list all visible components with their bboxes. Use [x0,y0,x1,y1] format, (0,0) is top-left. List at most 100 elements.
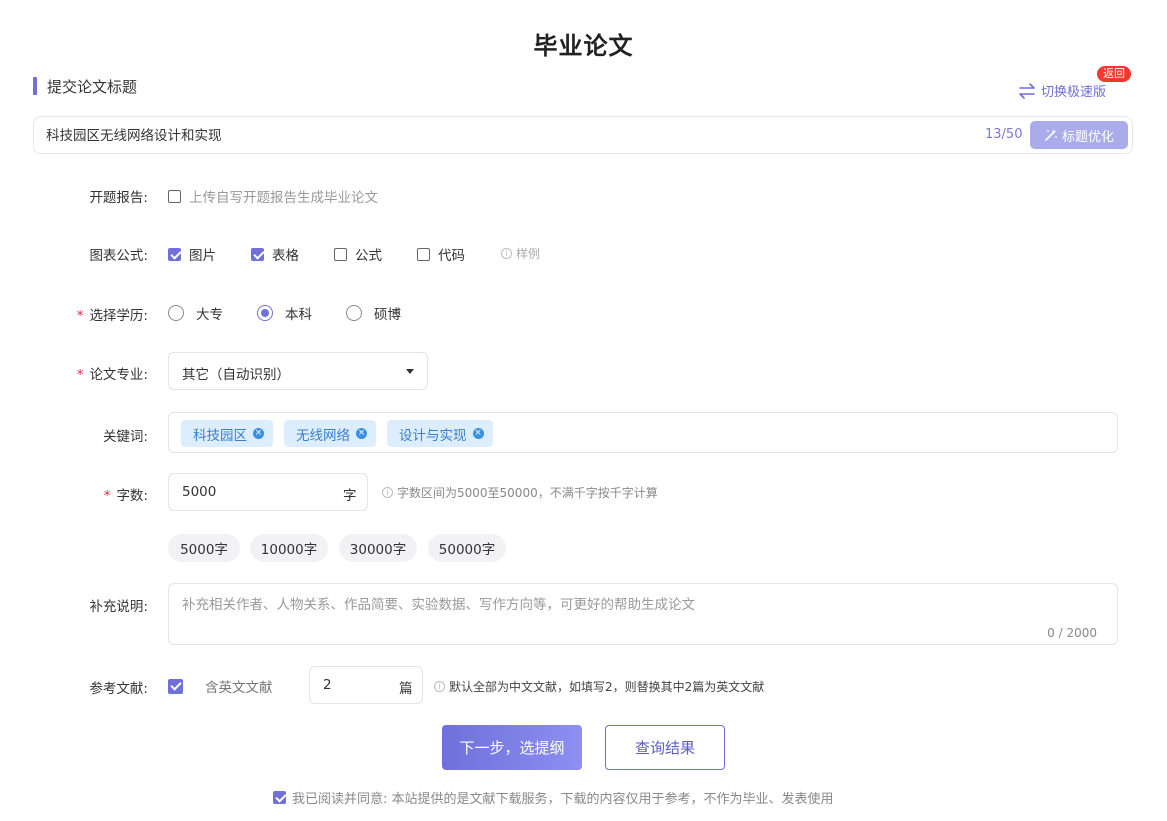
word-preset-chip[interactable]: 50000字 [428,534,506,562]
formula-checkbox[interactable] [334,247,347,261]
major-select[interactable]: 其它（自动识别） [168,352,428,390]
required-mark: * [103,488,111,504]
title-optimize-label: 标题优化 [1061,129,1114,145]
table-option-label: 表格 [272,248,299,264]
charts-option-image[interactable]: 图片 [168,244,216,264]
query-result-button[interactable]: 查询结果 [605,725,725,770]
word-count-label-text: 字数: [116,488,148,504]
master-doctor-radio[interactable] [346,305,362,321]
sample-label: 样例 [516,247,541,261]
required-mark: * [76,367,84,383]
references-hint-text: 默认全部为中文文献，如填写2，则替换其中2篇为英文文献 [449,680,765,694]
word-count-hint: i 字数区间为5000至50000，不满千字按千字计算 [382,484,658,501]
info-icon: i [382,487,393,498]
junior-radio[interactable] [168,305,184,321]
swap-arrows-icon [1019,82,1035,99]
major-label-text: 论文专业: [89,367,148,383]
notes-char-count: 0 / 2000 [1047,626,1097,640]
degree-option-junior[interactable]: 大专 [168,303,223,323]
english-references-count-input[interactable]: 2 [323,677,332,693]
return-badge[interactable]: 返回 [1097,66,1131,82]
table-checkbox[interactable] [251,247,264,261]
junior-option-label: 大专 [196,307,223,323]
code-option-label: 代码 [438,248,465,264]
english-references-option[interactable]: 含英文文献 [168,676,273,696]
section-accent-bar [33,77,37,95]
degree-option-master-doctor[interactable]: 硕博 [346,303,401,323]
english-references-checkbox[interactable] [168,678,183,694]
keyword-tag: 无线网络 × [284,420,376,447]
word-count-hint-text: 字数区间为5000至50000，不满千字按千字计算 [397,486,658,500]
image-checkbox[interactable] [168,247,181,261]
caret-down-icon [406,369,414,374]
bachelor-option-label: 本科 [285,307,312,323]
keyword-tag: 设计与实现 × [387,420,493,447]
keywords-input-box[interactable]: 科技园区 × 无线网络 × 设计与实现 × [168,412,1118,453]
keyword-tag-label: 设计与实现 [399,427,467,444]
code-checkbox[interactable] [417,247,430,261]
charts-option-table[interactable]: 表格 [251,244,299,264]
degree-option-bachelor[interactable]: 本科 [257,303,312,323]
proposal-label-text: 开题报告: [89,190,148,206]
word-preset-chip[interactable]: 5000字 [168,534,240,562]
proposal-checkbox[interactable] [168,189,181,203]
bachelor-radio[interactable] [257,305,273,321]
section-header: 提交论文标题 [33,76,137,96]
title-input[interactable] [46,126,946,142]
required-mark: * [76,308,84,324]
keyword-tag: 科技园区 × [181,420,273,447]
english-references-unit: 篇 [399,681,413,697]
proposal-checkbox-option[interactable]: 上传自写开题报告生成毕业论文 [168,186,378,206]
major-label: * 论文专业: [40,363,148,383]
magic-wand-icon [1045,129,1057,141]
notes-label: 补充说明: [40,595,148,615]
proposal-option-label: 上传自写开题报告生成毕业论文 [189,190,378,206]
switch-fast-version-link[interactable]: 切换极速版 [1018,81,1106,100]
switch-fast-version-label: 切换极速版 [1041,85,1107,100]
word-count-input[interactable]: 5000 [182,484,216,500]
info-icon: i [434,681,445,692]
word-preset-chip[interactable]: 30000字 [339,534,417,562]
title-optimize-button[interactable]: 标题优化 [1030,121,1128,149]
image-option-label: 图片 [189,248,216,264]
degree-label: * 选择学历: [40,304,148,324]
agreement-checkbox[interactable] [273,791,286,804]
major-select-value: 其它（自动识别） [182,367,290,383]
page-title: 毕业论文 [533,32,634,60]
sample-link[interactable]: i 样例 [501,245,540,262]
formula-option-label: 公式 [355,248,382,264]
section-title: 提交论文标题 [47,77,138,96]
proposal-label: 开题报告: [40,186,148,206]
remove-tag-icon[interactable]: × [253,428,264,439]
charts-option-formula[interactable]: 公式 [334,244,382,264]
keyword-tag-label: 科技园区 [193,427,247,444]
word-count-label: * 字数: [40,484,148,504]
charts-label-text: 图表公式: [89,248,148,264]
next-step-button[interactable]: 下一步，选提纲 [442,725,582,770]
info-icon: i [501,248,512,259]
remove-tag-icon[interactable]: × [472,428,484,439]
degree-label-text: 选择学历: [89,308,148,324]
references-label-text: 参考文献: [89,681,148,697]
word-count-unit: 字 [343,488,357,504]
english-references-count-box[interactable]: 2 篇 [309,666,423,704]
notes-label-text: 补充说明: [89,599,148,615]
charts-label: 图表公式: [40,244,148,264]
keywords-label-text: 关键词: [102,429,148,445]
charts-option-code[interactable]: 代码 [417,244,465,264]
agreement-text: 我已阅读并同意: 本站提供的是文献下载服务，下载的内容仅用于参考，不作为毕业、发… [292,792,834,807]
keywords-label: 关键词: [40,425,148,445]
notes-placeholder: 补充相关作者、人物关系、作品简要、实验数据、写作方向等，可更好的帮助生成论文 [182,597,695,613]
references-hint: i 默认全部为中文文献，如填写2，则替换其中2篇为英文文献 [434,678,764,695]
keyword-tag-label: 无线网络 [296,427,350,444]
agreement[interactable]: 我已阅读并同意: 本站提供的是文献下载服务，下载的内容仅用于参考，不作为毕业、发… [273,788,834,807]
remove-tag-icon[interactable]: × [356,428,367,439]
title-char-count: 13/50 [985,127,1023,142]
references-label: 参考文献: [40,677,148,697]
word-preset-chip[interactable]: 10000字 [250,534,328,562]
title-input-box: 13/50 标题优化 [33,116,1133,154]
master-doctor-option-label: 硕博 [374,307,401,323]
english-references-label: 含英文文献 [205,680,273,696]
notes-textarea[interactable]: 补充相关作者、人物关系、作品简要、实验数据、写作方向等，可更好的帮助生成论文 0… [168,583,1118,645]
word-count-input-box[interactable]: 5000 字 [168,473,368,511]
